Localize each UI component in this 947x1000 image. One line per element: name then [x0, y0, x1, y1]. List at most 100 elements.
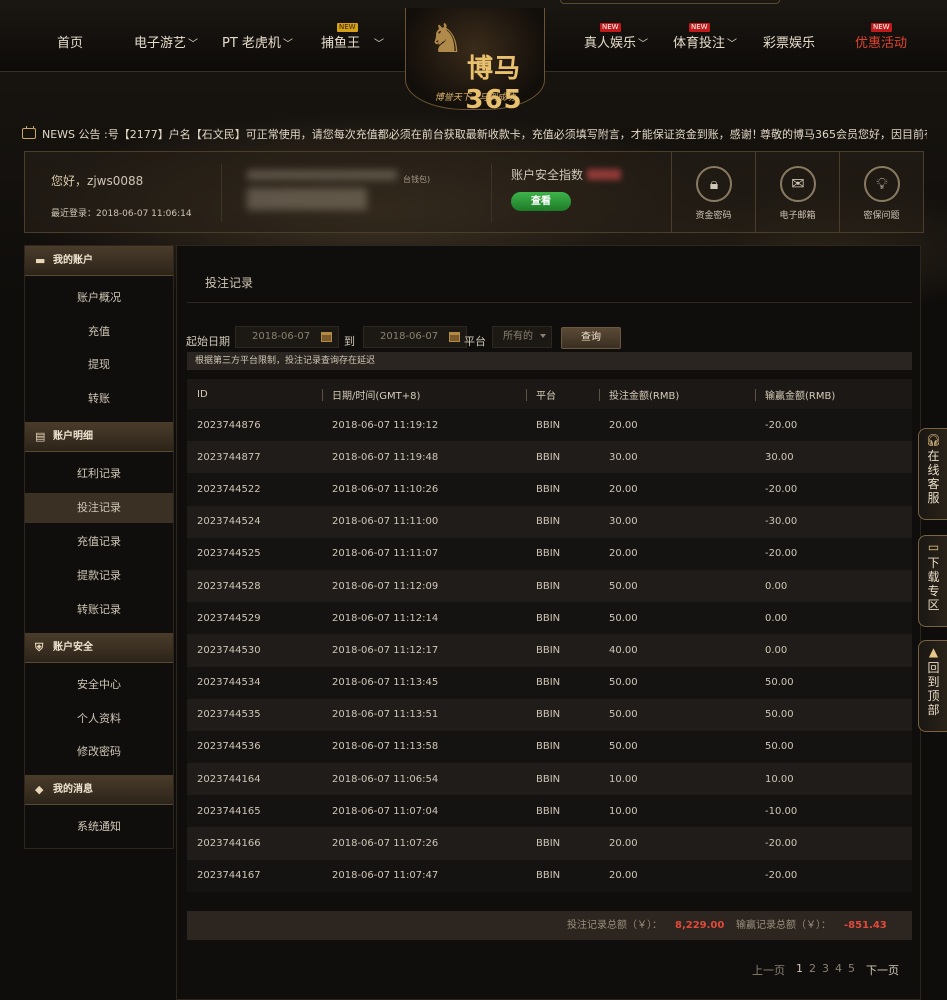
- nav-lottery[interactable]: 彩票娱乐: [763, 32, 815, 51]
- next-page-link[interactable]: 下一页: [866, 962, 899, 978]
- sidebar-item-transfer-records[interactable]: 转账记录: [25, 595, 173, 625]
- chevron-down-icon: ﹀: [374, 39, 385, 50]
- table-row: 2023744524 2018-06-07 11:11:00 BBIN 30.00 -3…: [187, 505, 912, 538]
- nav-fishing[interactable]: NEW 捕鱼王 ﹀: [321, 23, 385, 51]
- sidebar-item-withdrawal-records[interactable]: 提款记录: [25, 561, 173, 591]
- online-service-button[interactable]: 🎧︎ 在线客服: [918, 428, 947, 520]
- page-link-1[interactable]: 1: [796, 962, 803, 975]
- cell-win-loss: 0.00: [755, 602, 912, 635]
- sidebar: ▬ 我的账户 账户概况 充值 提现 转账 ▤ 账户明细 红利记录 投注记录 充值记录…: [24, 245, 174, 849]
- username: zjws0088: [87, 174, 144, 188]
- last-login-label: 最近登录：: [51, 209, 97, 219]
- cell-platform: BBIN: [526, 763, 599, 796]
- column-header-datetime: 日期/时间(GMT+8): [322, 379, 526, 409]
- site-logo[interactable]: ♞ 博马365 博誉天下 · 马到成功: [405, 8, 545, 115]
- security-index: 账户安全指数: [511, 166, 621, 183]
- redacted-balance: [247, 170, 397, 180]
- sidebar-item-bonus-records[interactable]: 红利记录: [25, 459, 173, 489]
- security-question-button[interactable]: 💡︎ 密保问题: [839, 152, 923, 232]
- sidebar-item-withdraw[interactable]: 提现: [25, 350, 173, 380]
- table-row: 2023744535 2018-06-07 11:13:51 BBIN 50.00 50…: [187, 698, 912, 731]
- column-header-bet-amount: 投注金额(RMB): [599, 379, 755, 409]
- page-link-3[interactable]: 3: [822, 962, 829, 975]
- cell-id: 2023744528: [187, 569, 322, 603]
- cell-win-loss: -20.00: [755, 409, 912, 442]
- fund-password-button[interactable]: 🔒︎ 资金密码: [671, 152, 755, 232]
- table-row: 2023744530 2018-06-07 11:12:17 BBIN 40.00 0.…: [187, 634, 912, 667]
- sidebar-item-profile[interactable]: 个人资料: [25, 704, 173, 734]
- sidebar-item-transfer[interactable]: 转账: [25, 384, 173, 414]
- nav-label: 电子游艺: [134, 36, 187, 51]
- start-date-input[interactable]: 2018-06-07: [235, 326, 339, 348]
- sidebar-item-security-center[interactable]: 安全中心: [25, 670, 173, 700]
- back-to-top-button[interactable]: ▲ 回到顶部: [918, 640, 947, 732]
- win-total-label: 输赢记录总额（￥）：: [736, 920, 831, 931]
- quick-label: 密保问题: [863, 211, 900, 221]
- cell-datetime: 2018-06-07 11:07:26: [322, 827, 526, 860]
- card-icon: ▬: [35, 254, 46, 267]
- float-label: 下载专区: [927, 556, 940, 612]
- column-header-id: ID: [187, 379, 322, 409]
- table-row: 2023744522 2018-06-07 11:10:26 BBIN 20.00 -2…: [187, 473, 912, 506]
- cell-win-loss: -20.00: [755, 827, 912, 860]
- security-label: 账户安全指数: [511, 168, 584, 182]
- cell-datetime: 2018-06-07 11:07:47: [322, 859, 526, 892]
- sidebar-item-account-overview[interactable]: 账户概况: [25, 283, 173, 313]
- envelope-icon: ✉: [780, 166, 816, 202]
- calendar-icon[interactable]: [449, 332, 460, 342]
- bet-records-table: ID 日期/时间(GMT+8) 平台 投注金额(RMB) 输赢金额(RMB) 2…: [187, 379, 912, 892]
- new-badge: NEW: [689, 23, 710, 32]
- end-date-input[interactable]: 2018-06-07: [363, 326, 467, 348]
- document-icon: ▤: [35, 430, 46, 443]
- nav-home[interactable]: 首页: [57, 32, 83, 51]
- greeting: 您好，zjws0088: [51, 172, 143, 189]
- download-zone-button[interactable]: ▭ 下载专区: [918, 535, 947, 627]
- nav-promotions[interactable]: NEW 优惠活动: [855, 23, 907, 51]
- sidebar-section-account-security: ⛨ 账户安全: [25, 633, 173, 663]
- sidebar-item-system-notice[interactable]: 系统通知: [25, 812, 173, 842]
- cell-win-loss: -20.00: [755, 473, 912, 506]
- cell-platform: BBIN: [526, 698, 599, 731]
- last-login-value: 2018-06-07 11:06:14: [96, 209, 192, 219]
- end-date-value: 2018-06-07: [380, 331, 439, 342]
- email-button[interactable]: ✉ 电子邮箱: [755, 152, 839, 232]
- section-title: 账户明细: [53, 431, 93, 442]
- page-link-4[interactable]: 4: [835, 962, 842, 975]
- nav-sports[interactable]: NEW 体育投注 ﹀: [673, 23, 737, 51]
- sidebar-item-bet-records[interactable]: 投注记录: [25, 493, 173, 523]
- platform-select[interactable]: 所有的: [492, 326, 552, 348]
- quick-label: 资金密码: [695, 211, 732, 221]
- query-button[interactable]: 查询: [561, 327, 621, 349]
- table-row: 2023744165 2018-06-07 11:07:04 BBIN 10.00 -1…: [187, 795, 912, 828]
- cell-id: 2023744529: [187, 602, 322, 635]
- column-separator: [755, 389, 756, 401]
- table-row: 2023744529 2018-06-07 11:12:14 BBIN 50.00 0.…: [187, 602, 912, 635]
- chevron-down-icon: ﹀: [638, 39, 649, 50]
- sidebar-item-change-password[interactable]: 修改密码: [25, 737, 173, 767]
- platform-value: 所有的: [503, 331, 533, 342]
- start-date-label: 起始日期: [186, 335, 230, 348]
- cell-datetime: 2018-06-07 11:19:48: [322, 441, 526, 474]
- sidebar-item-deposit[interactable]: 充值: [25, 317, 173, 347]
- chevron-down-icon: ﹀: [188, 39, 199, 50]
- page-link-2[interactable]: 2: [809, 962, 816, 975]
- cell-bet-amount: 20.00: [599, 827, 755, 860]
- nav-label: 捕鱼王: [321, 36, 361, 51]
- top-strip: [560, 0, 780, 4]
- cell-platform: BBIN: [526, 666, 599, 699]
- page-link-5[interactable]: 5: [848, 962, 855, 975]
- view-security-button[interactable]: 查看: [511, 192, 571, 211]
- sidebar-item-deposit-records[interactable]: 充值记录: [25, 527, 173, 557]
- prev-page-link[interactable]: 上一页: [752, 962, 785, 978]
- nav-electronic-games[interactable]: 电子游艺 ﹀: [134, 32, 198, 51]
- platform-label: 平台: [464, 335, 486, 348]
- calendar-icon[interactable]: [321, 332, 332, 342]
- headset-icon: 🎧︎: [925, 433, 942, 447]
- table-row: 2023744167 2018-06-07 11:07:47 BBIN 20.00 -2…: [187, 859, 912, 892]
- cell-datetime: 2018-06-07 11:06:54: [322, 763, 526, 796]
- new-badge: NEW: [871, 23, 892, 32]
- nav-pt-slots[interactable]: PT 老虎机 ﹀: [222, 32, 293, 51]
- nav-label: 首页: [57, 36, 84, 51]
- nav-live-casino[interactable]: NEW 真人娱乐 ﹀: [584, 23, 649, 51]
- logo-slogan: 博誉天下 · 马到成功: [434, 93, 516, 103]
